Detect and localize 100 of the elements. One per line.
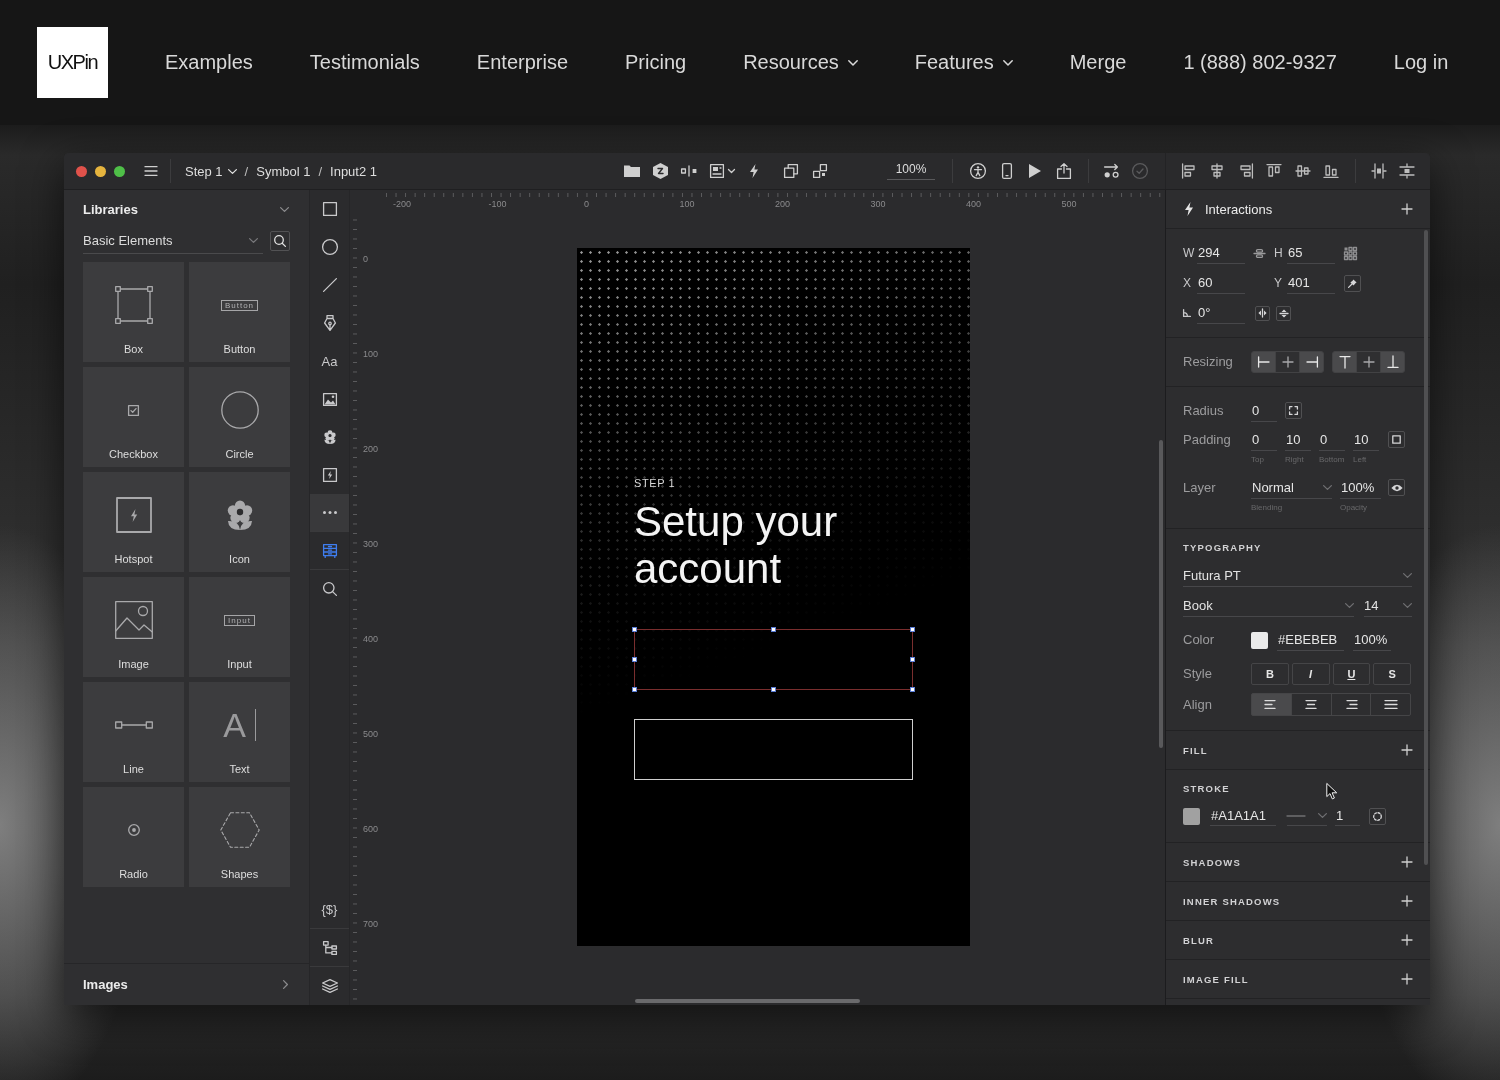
scrollbar-thumb[interactable]: [635, 999, 860, 1003]
nav-link[interactable]: Enterprise: [476, 51, 568, 74]
stroke-options-button[interactable]: [1369, 807, 1386, 825]
folder-icon[interactable]: [624, 165, 640, 177]
plus-icon[interactable]: [1402, 204, 1412, 214]
resize-toggle[interactable]: [1356, 351, 1381, 373]
flip-vertical-button[interactable]: [1276, 305, 1291, 321]
plus-icon[interactable]: [1402, 857, 1412, 867]
tool-button[interactable]: Aa: [310, 342, 349, 380]
menu-icon[interactable]: [145, 166, 157, 176]
selection-handle[interactable]: [910, 627, 915, 632]
number-field[interactable]: 1: [1335, 806, 1360, 826]
window-maximize-button[interactable]: [114, 165, 125, 177]
resize-toggle[interactable]: [1332, 351, 1357, 373]
library-item[interactable]: Hotspot: [83, 472, 184, 572]
section-header[interactable]: Images: [64, 963, 309, 1005]
distribute-vertical-icon[interactable]: [1400, 164, 1414, 178]
number-field[interactable]: 100%: [1340, 477, 1381, 499]
selection-handle[interactable]: [632, 657, 637, 662]
library-item[interactable]: Line: [83, 682, 184, 782]
resize-toggle[interactable]: [1380, 351, 1405, 373]
number-field[interactable]: 0: [1251, 429, 1277, 451]
align-top-edge-icon[interactable]: [1267, 164, 1281, 178]
library-item[interactable]: Checkbox: [83, 367, 184, 467]
number-field[interactable]: 294: [1197, 242, 1245, 264]
text-style-button[interactable]: S: [1373, 663, 1411, 685]
library-item[interactable]: Circle: [189, 367, 290, 467]
align-right-edge-icon[interactable]: [1239, 164, 1253, 178]
number-field[interactable]: 401: [1287, 272, 1335, 294]
padding-mode-button[interactable]: [1388, 431, 1405, 448]
zoom-field[interactable]: 100%: [887, 162, 935, 180]
breadcrumb-item[interactable]: Input2 1: [330, 163, 378, 179]
plus-icon[interactable]: [1402, 896, 1412, 906]
color-swatch[interactable]: [1183, 807, 1200, 825]
text-style-button[interactable]: B: [1251, 663, 1289, 685]
align-vertical-center-icon[interactable]: [1296, 164, 1310, 178]
font-weight-dropdown[interactable]: Book: [1183, 595, 1354, 617]
input-field[interactable]: [634, 629, 913, 690]
link-icon[interactable]: [1254, 248, 1265, 258]
nav-link[interactable]: Features: [914, 51, 1013, 74]
lightning-icon[interactable]: [750, 164, 758, 178]
nav-link[interactable]: Examples: [165, 51, 253, 74]
library-item[interactable]: Icon: [189, 472, 290, 572]
pin-button[interactable]: [1344, 274, 1361, 292]
hexagon-icon[interactable]: [653, 163, 668, 179]
phone-icon[interactable]: [1002, 163, 1012, 179]
export-icon[interactable]: [1057, 163, 1071, 179]
corner-radius-button[interactable]: [1285, 402, 1302, 419]
check-circle-icon[interactable]: [1132, 163, 1148, 179]
library-item[interactable]: A Text: [189, 682, 290, 782]
arrow-dots-icon[interactable]: [1104, 164, 1120, 178]
plus-icon[interactable]: [1402, 745, 1412, 755]
number-field[interactable]: 0°: [1197, 302, 1245, 324]
flip-horizontal-button[interactable]: [1255, 305, 1270, 321]
window-close-button[interactable]: [76, 165, 87, 177]
duplicate-icon[interactable]: [784, 164, 798, 178]
breadcrumb-item[interactable]: Step 1: [185, 163, 237, 179]
opacity-field[interactable]: 100%: [1353, 629, 1391, 651]
plus-icon[interactable]: [1402, 974, 1412, 984]
nav-link[interactable]: Testimonials: [309, 51, 420, 74]
font-family-dropdown[interactable]: Futura PT: [1183, 565, 1412, 587]
number-field[interactable]: 0: [1319, 429, 1345, 451]
align-horizontal-center-icon[interactable]: [1210, 164, 1224, 178]
breadcrumb-item[interactable]: Symbol 1: [256, 163, 311, 179]
number-field[interactable]: 0: [1251, 400, 1277, 422]
layout-icon[interactable]: [710, 164, 724, 178]
selection-handle[interactable]: [771, 627, 776, 632]
selection-handle[interactable]: [771, 687, 776, 692]
library-item[interactable]: Button Button: [189, 262, 290, 362]
library-dropdown[interactable]: Basic Elements: [83, 228, 263, 254]
library-item[interactable]: Shapes: [189, 787, 290, 887]
resize-toggle[interactable]: [1275, 351, 1300, 373]
resize-toggle[interactable]: [1251, 351, 1276, 373]
number-field[interactable]: 10: [1353, 429, 1379, 451]
plus-icon[interactable]: [1402, 935, 1412, 945]
text-align-button[interactable]: [1290, 693, 1332, 716]
chevron-down-icon[interactable]: [280, 206, 289, 212]
library-item[interactable]: Box: [83, 262, 184, 362]
align-left-edge-icon[interactable]: [1182, 164, 1196, 178]
nav-link[interactable]: Merge: [1069, 51, 1127, 74]
caret-icon[interactable]: [728, 169, 735, 173]
library-item[interactable]: Input Input: [189, 577, 290, 677]
font-size-dropdown[interactable]: 14: [1364, 595, 1412, 617]
search-button[interactable]: [270, 231, 290, 251]
selection-handle[interactable]: [910, 687, 915, 692]
scrollbar-thumb[interactable]: [1159, 440, 1163, 748]
nav-link[interactable]: 1 (888) 802-9327: [1183, 51, 1337, 74]
squares-icon[interactable]: [813, 164, 827, 178]
nav-link[interactable]: Pricing: [625, 51, 687, 74]
selection-handle[interactable]: [910, 657, 915, 662]
color-swatch[interactable]: [1251, 631, 1268, 649]
nav-link[interactable]: Log in: [1393, 51, 1449, 74]
number-field[interactable]: 65: [1287, 242, 1335, 264]
align-bottom-edge-icon[interactable]: [1324, 164, 1338, 178]
library-item[interactable]: Radio: [83, 787, 184, 887]
visibility-button[interactable]: [1388, 479, 1405, 496]
resize-toggle[interactable]: [1299, 351, 1324, 373]
text-align-button[interactable]: [1330, 693, 1372, 716]
grid-icon[interactable]: [1344, 246, 1357, 260]
color-hex-field[interactable]: #A1A1A1: [1210, 806, 1276, 826]
